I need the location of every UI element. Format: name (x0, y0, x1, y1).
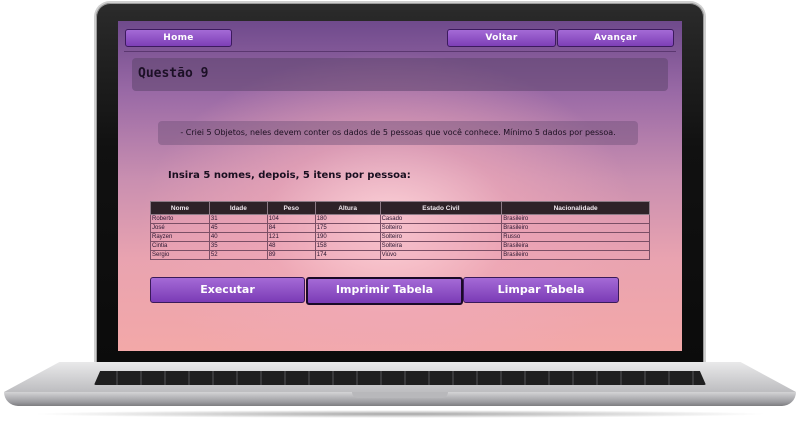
forward-button[interactable]: Avançar (557, 29, 674, 47)
question-description: - Criei 5 Objetos, neles devem conter os… (158, 121, 638, 145)
table-cell: 35 (208, 241, 268, 251)
table-row: Rayzen 40 121 190 Solteiro Russo (150, 232, 650, 242)
column-header: Peso (266, 201, 316, 215)
table-row: José 45 84 175 Solteiro Brasileiro (150, 223, 650, 233)
table-cell: Sergio (150, 250, 210, 260)
column-header: Altura (314, 201, 381, 215)
back-button[interactable]: Voltar (447, 29, 556, 47)
column-header: Idade (208, 201, 268, 215)
lid-notch (352, 392, 448, 398)
table-cell: Casado (379, 214, 503, 224)
table-cell: 158 (314, 241, 381, 251)
table-cell: José (150, 223, 210, 233)
people-table: Nome Idade Peso Altura Estado Civil Naci… (150, 201, 650, 260)
laptop-screen: Home Voltar Avançar Questão 9 - Criei 5 … (118, 21, 682, 351)
table-cell: Solteiro (379, 232, 503, 242)
table-row: Sergio 52 89 174 Viúvo Brasileiro (150, 250, 650, 260)
table-cell: 48 (266, 241, 316, 251)
print-table-button[interactable]: Imprimir Tabela (306, 277, 463, 305)
table-cell: 89 (266, 250, 316, 260)
table-cell: Brasileira (501, 241, 650, 251)
instruction-text: Insira 5 nomes, depois, 5 itens por pess… (168, 170, 411, 181)
page-title: Questão 9 (138, 66, 209, 81)
table-cell: Roberto (150, 214, 210, 224)
home-button[interactable]: Home (125, 29, 232, 47)
column-header: Estado Civil (379, 201, 503, 215)
table-cell: 175 (314, 223, 381, 233)
nav-divider (124, 51, 676, 52)
table-cell: 40 (208, 232, 268, 242)
table-cell: 45 (208, 223, 268, 233)
table-cell: Solteira (379, 241, 503, 251)
title-bar: Questão 9 (132, 58, 668, 91)
keyboard (94, 371, 706, 385)
laptop-base (4, 362, 796, 410)
table-cell: Rayzen (150, 232, 210, 242)
table-cell: 104 (266, 214, 316, 224)
table-cell: 31 (208, 214, 268, 224)
table-cell: 190 (314, 232, 381, 242)
table-cell: Russo (501, 232, 650, 242)
table-cell: Solteiro (379, 223, 503, 233)
table-cell: 180 (314, 214, 381, 224)
execute-button[interactable]: Executar (150, 277, 305, 303)
table-cell: 84 (266, 223, 316, 233)
table-cell: 174 (314, 250, 381, 260)
table-header-row: Nome Idade Peso Altura Estado Civil Naci… (150, 201, 650, 215)
table-cell: 121 (266, 232, 316, 242)
clear-table-button[interactable]: Limpar Tabela (463, 277, 619, 303)
table-cell: 52 (208, 250, 268, 260)
column-header: Nacionalidade (501, 201, 650, 215)
table-cell: Brasileiro (501, 250, 650, 260)
table-row: Cintia 35 48 158 Solteira Brasileira (150, 241, 650, 251)
table-cell: Brasileiro (501, 223, 650, 233)
table-cell: Brasileiro (501, 214, 650, 224)
table-cell: Cintia (150, 241, 210, 251)
table-row: Roberto 31 104 180 Casado Brasileiro (150, 214, 650, 224)
laptop-shadow (30, 410, 770, 418)
column-header: Nome (150, 201, 210, 215)
table-cell: Viúvo (379, 250, 503, 260)
